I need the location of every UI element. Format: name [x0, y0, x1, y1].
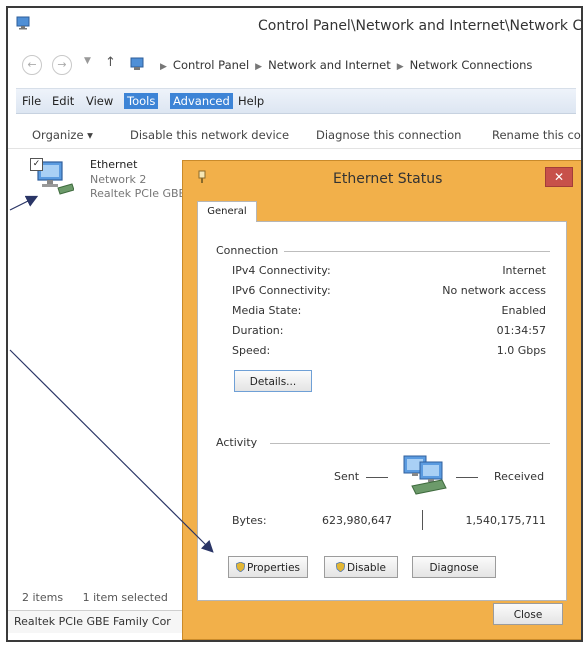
- details-pane-text: Realtek PCIe GBE Family Cor: [14, 615, 171, 628]
- tab-general[interactable]: General: [197, 201, 257, 222]
- sent-label: Sent: [334, 470, 360, 483]
- status-bar: 2 items 1 item selected: [22, 591, 184, 604]
- network-plug-icon: [198, 170, 206, 183]
- received-label: Received: [494, 470, 545, 483]
- menu-tools[interactable]: Tools: [124, 93, 159, 109]
- connection-adapter: Realtek PCIe GBE: [90, 187, 186, 200]
- window-titlebar: Control Panel\Network and Internet\Netwo…: [8, 8, 581, 44]
- close-button[interactable]: Close: [493, 603, 563, 625]
- breadcrumb: ▶ Control Panel ▶ Network and Internet ▶ Netw…: [154, 58, 532, 72]
- row-label: IPv4 Connectivity:: [232, 264, 331, 277]
- admin-shield-icon: [336, 562, 346, 572]
- connection-group-label: Connection: [216, 244, 279, 257]
- explorer-window: Control Panel\Network and Internet\Netwo…: [6, 6, 583, 642]
- diagnose-connection-button[interactable]: Diagnose this connection: [316, 128, 461, 142]
- group-divider: [270, 443, 550, 444]
- control-panel-folder-icon: [130, 57, 144, 70]
- selected-count: 1 item selected: [82, 591, 168, 604]
- selection-checkbox[interactable]: ✓: [30, 158, 43, 171]
- sent-dash: [366, 477, 388, 478]
- row-value: Enabled: [501, 304, 546, 317]
- network-activity-icon: [403, 455, 447, 495]
- bytes-received-value: 1,540,175,711: [465, 514, 546, 527]
- organize-button[interactable]: Organize ▾: [32, 128, 93, 142]
- connection-network: Network 2: [90, 173, 147, 186]
- bytes-divider: [422, 510, 423, 530]
- breadcrumb-control-panel[interactable]: Control Panel: [173, 58, 249, 72]
- ethernet-connection-item[interactable]: ✓ Ethernet Network 2 Realtek PCIe GBE: [30, 156, 190, 208]
- properties-button[interactable]: Properties: [228, 556, 308, 578]
- close-icon[interactable]: ✕: [545, 167, 573, 187]
- menu-edit[interactable]: Edit: [52, 94, 74, 108]
- menu-view[interactable]: View: [86, 94, 113, 108]
- recent-pages-dropdown-icon[interactable]: ▼: [84, 56, 91, 66]
- bytes-sent-value: 623,980,647: [322, 514, 392, 527]
- diagnose-button[interactable]: Diagnose: [412, 556, 496, 578]
- row-value: 1.0 Gbps: [496, 344, 546, 357]
- menu-advanced[interactable]: Advanced: [170, 93, 233, 109]
- breadcrumb-separator-icon: ▶: [255, 62, 263, 72]
- properties-button-label: Properties: [246, 562, 301, 574]
- row-label: Speed:: [232, 344, 271, 357]
- row-value: 01:34:57: [496, 324, 546, 337]
- address-bar: ← → ▼ ↑ ▶ Control Panel ▶ Network and Inter…: [8, 48, 581, 82]
- rename-connection-button[interactable]: Rename this co: [492, 128, 581, 142]
- ipv6-row: IPv6 Connectivity: No network access: [232, 284, 546, 300]
- activity-group-label: Activity: [216, 436, 258, 449]
- disable-device-button[interactable]: Disable this network device: [130, 128, 289, 142]
- connection-name: Ethernet: [90, 158, 138, 171]
- media-state-row: Media State: Enabled: [232, 304, 546, 320]
- forward-button[interactable]: →: [52, 55, 72, 75]
- row-value: Internet: [502, 264, 546, 277]
- control-panel-icon: [16, 16, 30, 30]
- group-divider: [284, 251, 550, 252]
- duration-row: Duration: 01:34:57: [232, 324, 546, 340]
- details-button[interactable]: Details...: [234, 370, 312, 392]
- row-label: IPv6 Connectivity:: [232, 284, 331, 297]
- row-value: No network access: [442, 284, 546, 297]
- bytes-label: Bytes:: [232, 514, 267, 527]
- received-dash: [456, 477, 478, 478]
- up-arrow-icon[interactable]: ↑: [105, 55, 116, 70]
- general-tab-panel: Connection IPv4 Connectivity: Internet I…: [197, 221, 567, 601]
- command-bar: Organize ▾ Disable this network device D…: [8, 120, 581, 149]
- ipv4-row: IPv4 Connectivity: Internet: [232, 264, 546, 280]
- row-label: Media State:: [232, 304, 302, 317]
- admin-shield-icon: [235, 562, 245, 572]
- ethernet-status-dialog: Ethernet Status ✕ General Connection IPv…: [182, 160, 581, 640]
- disable-button-label: Disable: [347, 562, 386, 574]
- menu-help[interactable]: Help: [238, 94, 264, 108]
- menu-file[interactable]: File: [22, 94, 41, 108]
- back-button[interactable]: ←: [22, 55, 42, 75]
- breadcrumb-separator-icon: ▶: [396, 62, 404, 72]
- menu-bar: File Edit View Tools Advanced Help: [16, 88, 576, 114]
- breadcrumb-network-and-internet[interactable]: Network and Internet: [268, 58, 391, 72]
- window-title: Control Panel\Network and Internet\Netwo…: [258, 18, 583, 34]
- breadcrumb-network-connections[interactable]: Network Connections: [410, 58, 533, 72]
- row-label: Duration:: [232, 324, 284, 337]
- disable-button[interactable]: Disable: [324, 556, 398, 578]
- dialog-title: Ethernet Status: [333, 171, 443, 187]
- breadcrumb-separator-icon: ▶: [160, 62, 167, 72]
- speed-row: Speed: 1.0 Gbps: [232, 344, 546, 360]
- item-count: 2 items: [22, 591, 64, 604]
- dialog-titlebar: Ethernet Status ✕: [183, 161, 581, 193]
